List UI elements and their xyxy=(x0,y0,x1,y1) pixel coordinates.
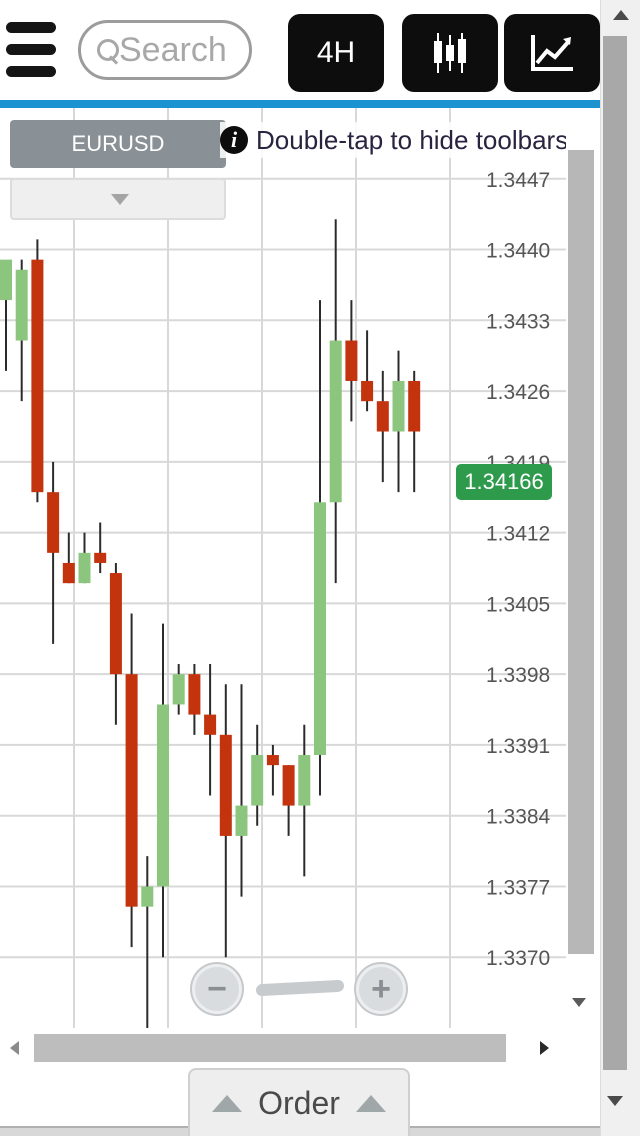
symbol-label: EURUSD xyxy=(71,131,165,156)
page-scroll-down-arrow-icon[interactable] xyxy=(607,1096,623,1106)
candle-bearish xyxy=(188,674,201,715)
chevron-up-icon xyxy=(212,1094,243,1112)
hint-text: Double-tap to hide toolbars xyxy=(256,124,566,155)
y-tick-label: 1.3405 xyxy=(486,593,550,616)
page-scroll-thumb[interactable] xyxy=(603,36,627,1070)
symbol-button[interactable]: EURUSD xyxy=(10,120,226,168)
bottom-bar: Order xyxy=(0,1068,600,1136)
current-price-badge: 1.34166 xyxy=(456,464,552,500)
candle-bullish xyxy=(392,380,405,432)
chart-horizontal-scrollbar[interactable] xyxy=(0,1028,566,1068)
search-icon xyxy=(95,33,123,67)
chart-area[interactable]: 1.34471.34401.34331.34261.34191.34121.34… xyxy=(0,108,566,1028)
candle-bullish xyxy=(15,269,28,341)
candle-bearish xyxy=(31,259,44,493)
scroll-left-arrow-icon[interactable] xyxy=(10,1041,19,1055)
candle-bearish xyxy=(109,573,122,675)
toolbar-hint: i Double-tap to hide toolbars xyxy=(220,122,566,158)
order-label: Order xyxy=(258,1084,340,1121)
zoom-in-button[interactable]: + xyxy=(356,964,406,1014)
timeframe-label: 4H xyxy=(316,36,356,69)
candle-bearish xyxy=(47,492,60,553)
chevron-up-icon xyxy=(355,1094,386,1112)
timeframe-button[interactable]: 4H xyxy=(288,14,384,92)
candle-bullish xyxy=(329,340,342,503)
candle-bearish xyxy=(219,734,232,836)
minus-icon: − xyxy=(207,970,227,1008)
candle-bullish xyxy=(141,886,154,907)
y-tick-label: 1.3398 xyxy=(486,664,550,687)
chart-type-button[interactable] xyxy=(402,14,498,92)
candle-bearish xyxy=(408,380,421,432)
y-tick-label: 1.3370 xyxy=(486,947,550,970)
candle-bullish xyxy=(157,704,169,887)
y-tick-label: 1.3440 xyxy=(486,240,550,263)
info-icon: i xyxy=(220,126,248,154)
candle-bullish xyxy=(314,502,326,756)
toolbar-divider xyxy=(0,100,600,108)
candle-bearish xyxy=(204,714,217,735)
chart-vertical-scrollbar[interactable] xyxy=(566,108,600,1028)
y-tick-label: 1.3426 xyxy=(486,381,550,404)
page-scroll-up-arrow-icon[interactable] xyxy=(613,10,629,20)
y-tick-label: 1.3412 xyxy=(486,523,550,546)
hamburger-menu-icon[interactable] xyxy=(6,18,58,80)
candle-bearish xyxy=(376,401,389,432)
line-chart-icon xyxy=(531,35,573,71)
candle-bearish xyxy=(361,380,374,402)
symbol-dropdown[interactable] xyxy=(10,178,226,220)
top-toolbar: 4H xyxy=(0,0,600,100)
candlestick-icon xyxy=(434,33,466,73)
y-tick-label: 1.3433 xyxy=(486,310,550,333)
y-tick-label: 1.3391 xyxy=(486,735,550,758)
zoom-out-button[interactable]: − xyxy=(192,964,242,1014)
indicators-button[interactable] xyxy=(504,14,600,92)
y-tick-label: 1.3384 xyxy=(486,806,551,829)
candle-bullish xyxy=(172,674,185,705)
search-box[interactable] xyxy=(78,20,252,80)
y-tick-label: 1.3447 xyxy=(486,169,550,192)
candle-bearish xyxy=(62,562,75,584)
candle-bullish xyxy=(298,755,311,806)
page-scrollbar[interactable] xyxy=(600,0,640,1136)
search-input[interactable] xyxy=(119,30,239,70)
candlestick-chart[interactable]: 1.34471.34401.34331.34261.34191.34121.34… xyxy=(0,108,566,1028)
candle-bullish xyxy=(78,552,91,584)
current-price-label: 1.34166 xyxy=(464,469,544,494)
chart-vertical-scroll-thumb[interactable] xyxy=(568,150,594,954)
candle-bearish xyxy=(266,755,279,766)
order-tab[interactable]: Order xyxy=(188,1068,410,1136)
candle-bullish xyxy=(235,805,248,836)
candle-bullish xyxy=(0,259,12,301)
scroll-right-arrow-icon[interactable] xyxy=(540,1041,549,1055)
candle-bearish xyxy=(125,674,138,907)
y-tick-label: 1.3377 xyxy=(486,876,550,899)
chart-horizontal-scroll-thumb[interactable] xyxy=(34,1034,506,1062)
plus-icon: + xyxy=(371,970,391,1008)
candle-bearish xyxy=(345,340,358,381)
candle-bearish xyxy=(282,765,295,806)
candle-bearish xyxy=(94,552,107,563)
candle-bullish xyxy=(251,755,264,806)
scroll-down-arrow-icon[interactable] xyxy=(572,998,586,1007)
